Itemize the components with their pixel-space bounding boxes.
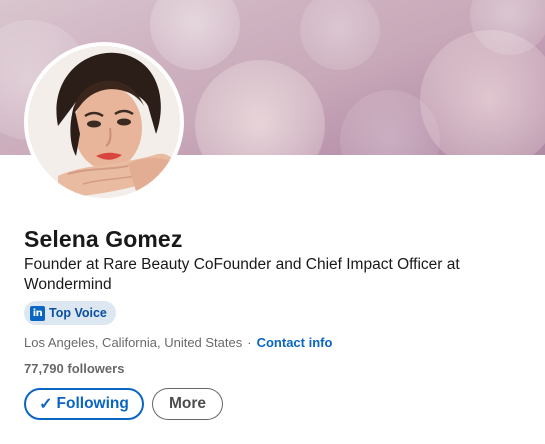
profile-headline: Founder at Rare Beauty CoFounder and Chi… [24,256,460,293]
location-text: Los Angeles, California, United States [24,335,243,350]
top-voice-label: Top Voice [49,306,107,320]
separator-dot: · [247,335,252,350]
location-row: Los Angeles, California, United States ·… [24,335,332,350]
following-button-label: Following [56,395,129,412]
avatar[interactable] [24,42,184,202]
more-button-label: More [168,395,207,412]
profile-name: Selena Gomez [24,226,183,252]
linkedin-icon: in [30,305,45,321]
portrait-illustration [28,46,180,198]
top-voice-badge[interactable]: in Top Voice [24,301,116,325]
bokeh-light [195,60,325,155]
bokeh-light [150,0,240,70]
check-icon: ✓ [39,396,53,413]
profile-card: Selena Gomez Founder at Rare Beauty CoFo… [0,0,545,444]
more-button[interactable]: More [152,388,223,420]
following-button[interactable]: ✓ Following [24,388,144,420]
contact-info-link[interactable]: Contact info [257,335,333,350]
avatar-photo [28,46,180,198]
followers-count[interactable]: 77,790 followers [24,361,124,376]
bokeh-light [300,0,380,70]
